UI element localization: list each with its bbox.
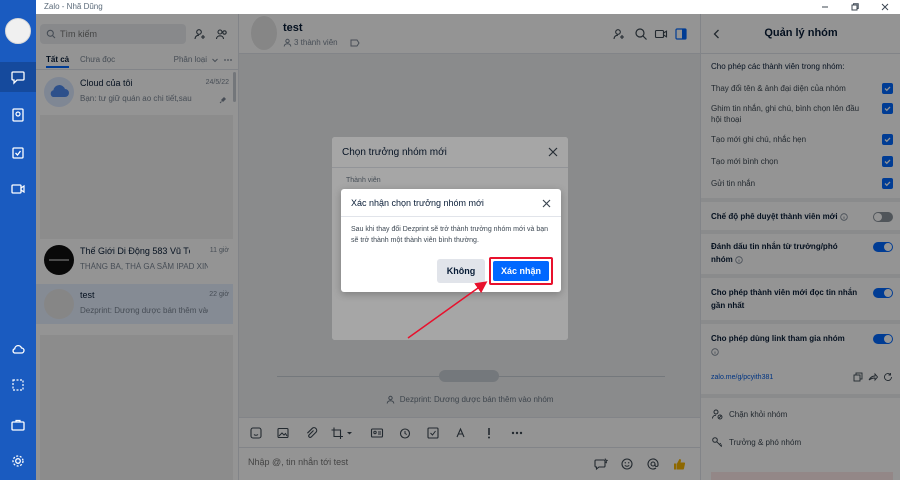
title-bar: Zalo - Nhã Dũng: [36, 0, 900, 14]
contacts-nav-button[interactable]: [0, 100, 36, 130]
toolbox-nav-button[interactable]: [0, 410, 36, 440]
todo-nav-button[interactable]: [0, 138, 36, 168]
confirm-highlight-box: Xác nhận: [489, 257, 553, 285]
checklist-icon: [10, 145, 26, 161]
settings-nav-button[interactable]: [0, 446, 36, 476]
confirm-dialog-body: Sau khi thay đổi Dezprint sẽ trở thành t…: [351, 226, 549, 244]
left-nav: [0, 0, 36, 480]
confirm-leader-dialog: Xác nhận chọn trưởng nhóm mới Sau khi th…: [341, 189, 561, 292]
close-icon: [880, 2, 890, 12]
contacts-icon: [10, 107, 26, 123]
close-window-button[interactable]: [870, 0, 900, 14]
cancel-button[interactable]: Không: [437, 259, 485, 283]
capture-icon: [10, 377, 26, 393]
chat-icon: [10, 69, 26, 85]
cloud-nav-button[interactable]: [0, 334, 36, 364]
confirm-dialog-close-button[interactable]: [539, 196, 553, 210]
dialog-divider: [341, 216, 561, 217]
user-avatar[interactable]: [5, 18, 31, 44]
gear-icon: [10, 453, 26, 469]
video-icon: [10, 181, 26, 197]
cloud-icon: [10, 341, 26, 357]
briefcase-icon: [10, 417, 26, 433]
minimize-button[interactable]: [810, 0, 840, 14]
confirm-dialog-title: Xác nhận chọn trưởng nhóm mới: [351, 198, 484, 208]
messages-nav-button[interactable]: [0, 62, 36, 92]
video-nav-button[interactable]: [0, 174, 36, 204]
screenshot-nav-button[interactable]: [0, 370, 36, 400]
restore-icon: [850, 2, 860, 12]
app-title: Zalo - Nhã Dũng: [44, 2, 103, 11]
confirm-button[interactable]: Xác nhận: [493, 261, 549, 281]
restore-button[interactable]: [840, 0, 870, 14]
minimize-icon: [820, 2, 830, 12]
close-icon: [541, 198, 552, 209]
